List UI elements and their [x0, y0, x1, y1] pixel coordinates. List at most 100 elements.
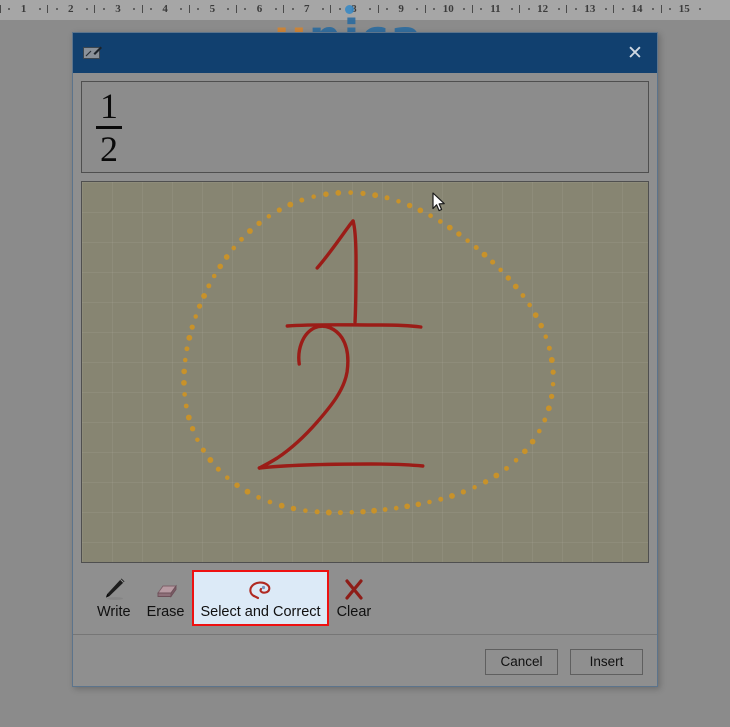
cancel-button[interactable]: Cancel — [485, 648, 558, 675]
ruler-dot — [574, 8, 577, 10]
lasso-dot — [335, 190, 342, 196]
ruler-tick — [424, 5, 426, 13]
ruler-number: 14 — [631, 3, 643, 15]
lasso-dot — [299, 197, 305, 203]
ruler-dot — [527, 8, 530, 10]
ruler-dot — [621, 8, 624, 10]
lasso-dot — [278, 502, 285, 509]
lasso-dot — [482, 479, 489, 485]
lasso-dot — [384, 195, 390, 201]
ruler-mark-15: 15 — [660, 0, 708, 20]
lasso-dot — [311, 194, 316, 199]
lasso-dot — [184, 346, 190, 352]
lasso-dot — [287, 201, 294, 208]
lasso-dot — [545, 405, 552, 412]
lasso-dot — [472, 485, 477, 490]
ruler-tick — [188, 5, 190, 13]
lasso-dot — [446, 224, 453, 231]
tool-select-and-correct[interactable]: Select and Correct — [192, 570, 329, 626]
lasso-dot — [244, 488, 251, 495]
lasso-dot — [504, 465, 509, 471]
ruler-mark-7: 7 — [283, 0, 330, 20]
ruler-dot — [8, 8, 11, 10]
tool-write[interactable]: Write — [89, 570, 139, 626]
ruler-dot — [510, 8, 513, 10]
lasso-dot — [542, 417, 548, 423]
ruler-mark-1: 1 — [0, 0, 47, 20]
lasso-dot — [189, 324, 195, 330]
ruler-dot — [133, 8, 136, 10]
lasso-dot — [267, 499, 273, 505]
ink-writing-canvas[interactable] — [81, 181, 649, 563]
lasso-dot — [256, 220, 262, 226]
lasso-dot — [473, 244, 479, 251]
lasso-dot — [207, 457, 214, 463]
ruler-tick — [377, 5, 379, 13]
word-ruler[interactable]: 1 2 3 4 5 6 7 8 9 10 11 12 13 14 15 — [0, 0, 730, 21]
lasso-dot — [493, 472, 500, 479]
eraser-icon — [151, 576, 181, 602]
lasso-dot — [234, 482, 240, 488]
ruler-tick — [283, 5, 285, 13]
ruler-dot — [369, 8, 371, 10]
insert-button[interactable]: Insert — [570, 648, 643, 675]
equation-preview: 1 2 — [81, 81, 649, 173]
ruler-dot — [652, 8, 655, 10]
ruler-dot — [291, 8, 294, 10]
tool-clear[interactable]: Clear — [329, 570, 380, 626]
lasso-dot — [349, 510, 354, 515]
lasso-dot — [290, 505, 297, 512]
ruler-tick — [235, 5, 237, 13]
ruler-tick — [330, 5, 332, 13]
lasso-dot — [437, 219, 443, 224]
ruler-dot — [102, 8, 105, 10]
ruler-dot — [55, 8, 58, 10]
lasso-dot — [465, 238, 470, 243]
lasso-dot — [215, 466, 221, 472]
lasso-dot — [415, 501, 422, 508]
lasso-dot — [182, 392, 187, 397]
ruler-tick — [519, 5, 521, 13]
lasso-dot — [438, 496, 444, 502]
ink-equation-icon — [83, 45, 103, 61]
ruler-number: 13 — [584, 3, 596, 15]
ruler-mark-3: 3 — [94, 0, 141, 20]
lasso-dot — [372, 192, 379, 199]
ruler-number: 15 — [678, 3, 690, 15]
dialog-body: 1 2 Write Erase Select and Correct Clear… — [73, 73, 657, 688]
lasso-dot — [520, 293, 526, 298]
dialog-titlebar[interactable]: ✕ — [73, 33, 657, 73]
ruler-dot — [180, 8, 183, 10]
ruler-dot — [38, 8, 41, 10]
ruler-dot — [699, 8, 702, 10]
ruler-number: 11 — [490, 3, 501, 15]
lasso-dot — [512, 283, 519, 290]
close-icon[interactable]: ✕ — [619, 38, 651, 68]
ruler-number: 2 — [68, 3, 74, 15]
ruler-dot — [604, 8, 607, 10]
ruler-mark-14: 14 — [613, 0, 660, 20]
ruler-dot — [669, 8, 672, 10]
lasso-dot — [231, 245, 237, 251]
lasso-dot — [505, 275, 512, 281]
ruler-tick — [94, 5, 96, 13]
ruler-track: 1 2 3 4 5 6 7 8 9 10 11 12 13 14 15 — [0, 0, 730, 20]
lasso-dot — [239, 236, 244, 242]
lasso-dot — [382, 507, 388, 512]
lasso-dot — [181, 379, 187, 386]
lasso-dot — [323, 191, 329, 197]
lasso-dot — [498, 267, 503, 273]
lasso-dot — [529, 438, 536, 445]
lasso-dot — [406, 202, 413, 209]
lasso-dot — [360, 508, 366, 515]
lasso-dot — [550, 369, 556, 375]
ruler-dot — [274, 8, 277, 10]
tool-write-label: Write — [97, 604, 131, 620]
lasso-dot — [456, 231, 462, 237]
lasso-dot — [201, 292, 207, 299]
ruler-tick — [613, 5, 615, 13]
lasso-dot — [393, 505, 399, 511]
tool-erase[interactable]: Erase — [139, 570, 193, 626]
ruler-dot — [321, 8, 324, 10]
dialog-footer: Cancel Insert — [73, 634, 657, 688]
